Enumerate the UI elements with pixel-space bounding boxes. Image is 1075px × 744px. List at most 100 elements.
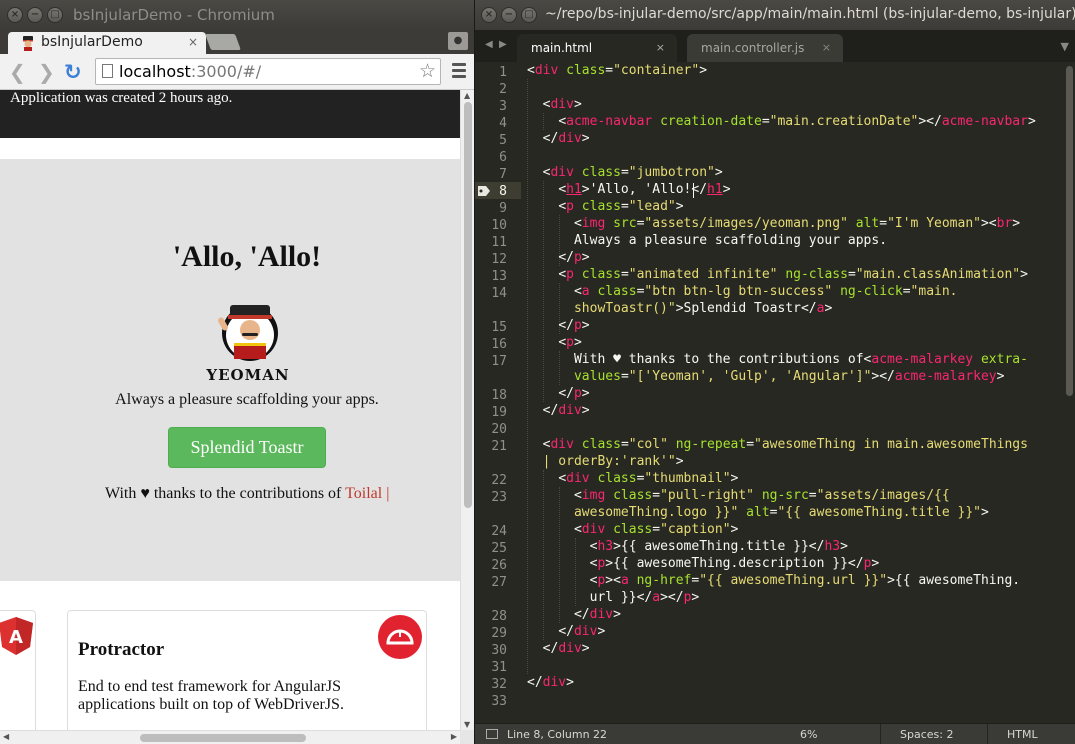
tab-close-icon[interactable]: × [656,41,665,54]
forward-icon[interactable]: ❯ [38,60,55,84]
window-minimize-button[interactable]: − [27,7,43,23]
editor-scrollbar[interactable] [1064,62,1075,719]
scroll-up-icon[interactable]: ▲ [464,91,470,100]
line-number: 20 [491,422,507,437]
indentation-setting[interactable]: Spaces: 2 [900,728,953,741]
address-bar[interactable]: localhost:3000/#/ ☆ [95,58,441,85]
horizontal-scroll-thumb[interactable] [140,734,306,742]
line-number: 11 [491,235,507,250]
line-number: 4 [499,116,507,131]
code-editor[interactable]: 1 2 3 4 5 6 7 8 9 10 11 12 13 14 15 16 17 18 19 20 21 22 23 24 2… [475,62,1065,719]
line-number: 16 [491,337,507,352]
yeoman-favicon-icon [23,36,33,51]
editor-titlebar[interactable]: × − □ ~/repo/bs-injular-demo/src/app/mai… [475,0,1075,30]
line-number: 21 [491,439,507,454]
angular-logo-icon: A [0,617,33,655]
tab-close-icon[interactable]: × [188,35,198,49]
browser-toolbar: ❮ ❯ ↻ localhost:3000/#/ ☆ [0,54,474,90]
line-number: 15 [491,320,507,335]
tab-scroll-arrows-icon[interactable]: ◀ ▶ [485,39,507,50]
splendid-toastr-button[interactable]: Splendid Toastr [168,427,326,468]
new-tab-button[interactable] [205,34,241,50]
line-number: 30 [491,643,507,658]
window-maximize-button[interactable]: □ [47,7,63,23]
browser-tab[interactable]: bsInjularDemo × [8,32,206,54]
thumbnail-protractor: Protractor End to end test framework for… [67,610,427,730]
editor-minimize-button[interactable]: − [501,7,517,23]
cursor-position: Line 8, Column 22 [507,728,608,741]
syntax-setting[interactable]: HTML [1007,728,1038,741]
page-horizontal-scrollbar[interactable]: ◀ ▶ [0,730,460,744]
panel-toggle-icon[interactable] [486,729,498,739]
malarkey-text: Toilal | [345,485,390,502]
back-icon[interactable]: ❮ [9,60,26,84]
scroll-down-icon[interactable]: ▼ [464,720,470,729]
browser-menu-icon[interactable] [452,63,466,81]
editor-window-title: ~/repo/bs-injular-demo/src/app/main/main… [545,6,1075,22]
line-number: 6 [499,150,507,165]
line-number: 19 [491,405,507,420]
tab-list-dropdown-icon[interactable]: ▼ [1061,40,1069,53]
line-number: 5 [499,133,507,148]
line-number: 27 [491,575,507,590]
line-number [475,506,507,523]
line-number: 22 [491,473,507,488]
editor-maximize-button[interactable]: □ [521,7,537,23]
line-number: 25 [491,541,507,556]
thumbnail-angular: A [0,610,36,730]
line-number: 1 [499,65,507,80]
jumbotron-title: 'Allo, 'Allo! [172,240,322,273]
window-close-button[interactable]: × [7,7,23,23]
protractor-logo-icon [378,615,422,659]
line-number: 24 [491,524,507,539]
lead-text: Always a pleasure scaffolding your apps. [115,391,379,408]
line-number: 23 [491,490,507,505]
page-vertical-scrollbar[interactable]: ▲ ▼ [460,90,474,730]
scroll-percent: 6% [800,728,818,741]
browser-window-title: bsInjularDemo - Chromium [73,6,275,24]
reload-icon[interactable]: ↻ [64,60,82,84]
line-number: 14 [491,286,507,301]
url-text[interactable]: localhost:3000/#/ [119,62,261,81]
jumbotron: 'Allo, 'Allo! YEOMAN Always a pleasure s… [0,159,460,581]
line-number: 2 [499,82,507,97]
editor-tab-main-html[interactable]: main.html × [517,34,677,62]
svg-text:A: A [9,627,23,648]
line-number [475,591,507,608]
line-number: 8 [499,184,507,199]
vertical-scroll-thumb[interactable] [464,102,472,508]
line-number: 32 [491,677,507,692]
editor-close-button[interactable]: × [481,7,497,23]
editor-statusbar: Line 8, Column 22 6% Spaces: 2 HTML [475,723,1075,744]
line-number: 17 [491,354,507,369]
page-icon [102,64,113,78]
editor-tab-main-controller[interactable]: main.controller.js × [687,34,843,62]
bookmark-star-icon[interactable]: ☆ [419,60,436,82]
line-number: 3 [499,99,507,114]
line-number: 31 [491,660,507,675]
browser-tabstrip: bsInjularDemo × ● [0,30,474,54]
editor-scroll-thumb[interactable] [1066,66,1073,396]
scroll-left-icon[interactable]: ◀ [3,732,9,741]
navbar-creation-text: Application was created 2 hours ago. [10,90,233,106]
scrollbar-corner [460,730,474,744]
yeoman-logo-caption: YEOMAN [205,366,289,384]
line-number: 10 [491,218,507,233]
line-number: 33 [491,694,507,709]
page-viewport: Application was created 2 hours ago. 'Al… [0,90,460,730]
thanks-text: With ♥ thanks to the contributions of To… [105,485,390,502]
text-cursor [693,183,694,198]
line-number [475,302,507,319]
acme-navbar: Application was created 2 hours ago. [0,90,460,138]
tab-close-icon[interactable]: × [822,41,831,54]
line-number [475,455,507,472]
line-number [475,370,507,387]
editor-window: × − □ ~/repo/bs-injular-demo/src/app/mai… [475,0,1075,744]
thumbnail-title: Protractor [78,639,165,660]
browser-window: × − □ bsInjularDemo - Chromium bsInjular… [0,0,474,744]
profile-icon[interactable]: ● [448,32,468,50]
scroll-right-icon[interactable]: ▶ [451,732,457,741]
browser-titlebar[interactable]: × − □ bsInjularDemo - Chromium [0,0,474,30]
thumbnail-description: End to end test framework for AngularJS … [78,678,344,713]
line-number: 12 [491,252,507,267]
